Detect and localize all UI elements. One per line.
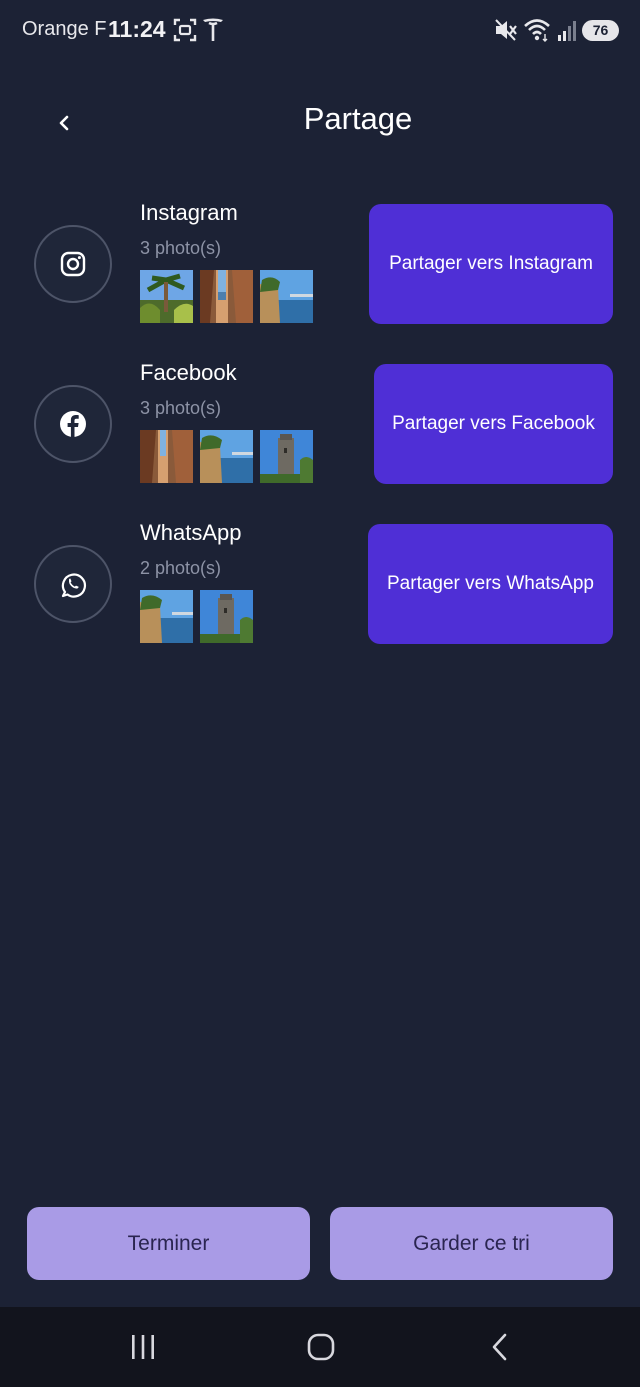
photo-thumbnail[interactable] [260, 270, 313, 323]
photo-count: 2 photo(s) [140, 558, 222, 578]
home-button[interactable] [291, 1327, 351, 1367]
battery-icon: 76 [582, 20, 619, 41]
finish-button[interactable]: Terminer [27, 1207, 310, 1280]
facebook-icon [60, 411, 86, 438]
photo-thumbnail[interactable] [260, 430, 313, 483]
photo-count: 3 photo(s) [140, 238, 222, 258]
share-row-instagram: Instagram 3 photo(s) Partager vers Insta… [0, 200, 640, 330]
whatsapp-icon-circle [34, 545, 112, 623]
whatsapp-icon [61, 573, 87, 598]
share-row-whatsapp: WhatsApp 2 photo(s) Partager vers WhatsA… [0, 520, 640, 650]
wifi-icon [524, 19, 550, 42]
photo-thumbnail[interactable] [200, 430, 253, 483]
recent-apps-button[interactable] [113, 1327, 173, 1367]
screenshot-icon [173, 18, 197, 42]
share-instagram-button[interactable]: Partager vers Instagram [369, 204, 613, 324]
share-whatsapp-button[interactable]: Partager vers WhatsApp [368, 524, 613, 644]
platform-name: Facebook [140, 360, 237, 385]
platform-name: Instagram [140, 200, 238, 225]
share-facebook-button[interactable]: Partager vers Facebook [374, 364, 613, 484]
photo-thumbnail[interactable] [140, 430, 193, 483]
home-icon [307, 1333, 335, 1361]
back-icon [492, 1333, 507, 1361]
signal-icon [558, 21, 576, 41]
status-bar: Orange F 11:24 76 [0, 0, 640, 60]
carrier-name: Orange F [22, 18, 107, 40]
platform-name: WhatsApp [140, 520, 242, 545]
share-row-facebook: Facebook 3 photo(s) Partager vers Facebo… [0, 360, 640, 490]
status-time: 11:24 [108, 16, 166, 42]
photo-thumbnail[interactable] [200, 590, 253, 643]
system-back-button[interactable] [470, 1327, 530, 1367]
battery-level: 76 [592, 22, 609, 38]
photo-count: 3 photo(s) [140, 398, 222, 418]
share-screen: Orange F 11:24 76 Partage Instagram 3 ph… [0, 0, 640, 1387]
instagram-icon [60, 251, 86, 277]
system-nav-bar [0, 1307, 640, 1387]
photo-thumbnail[interactable] [200, 270, 253, 323]
facebook-icon-circle [34, 385, 112, 463]
instagram-icon-circle [34, 225, 112, 303]
tesla-icon [203, 18, 223, 41]
photo-thumbnail[interactable] [140, 270, 193, 323]
recent-apps-icon [132, 1335, 154, 1359]
mute-icon [495, 19, 517, 41]
photo-thumbnail[interactable] [140, 590, 193, 643]
page-title: Partage [303, 101, 413, 136]
keep-sort-button[interactable]: Garder ce tri [330, 1207, 613, 1280]
